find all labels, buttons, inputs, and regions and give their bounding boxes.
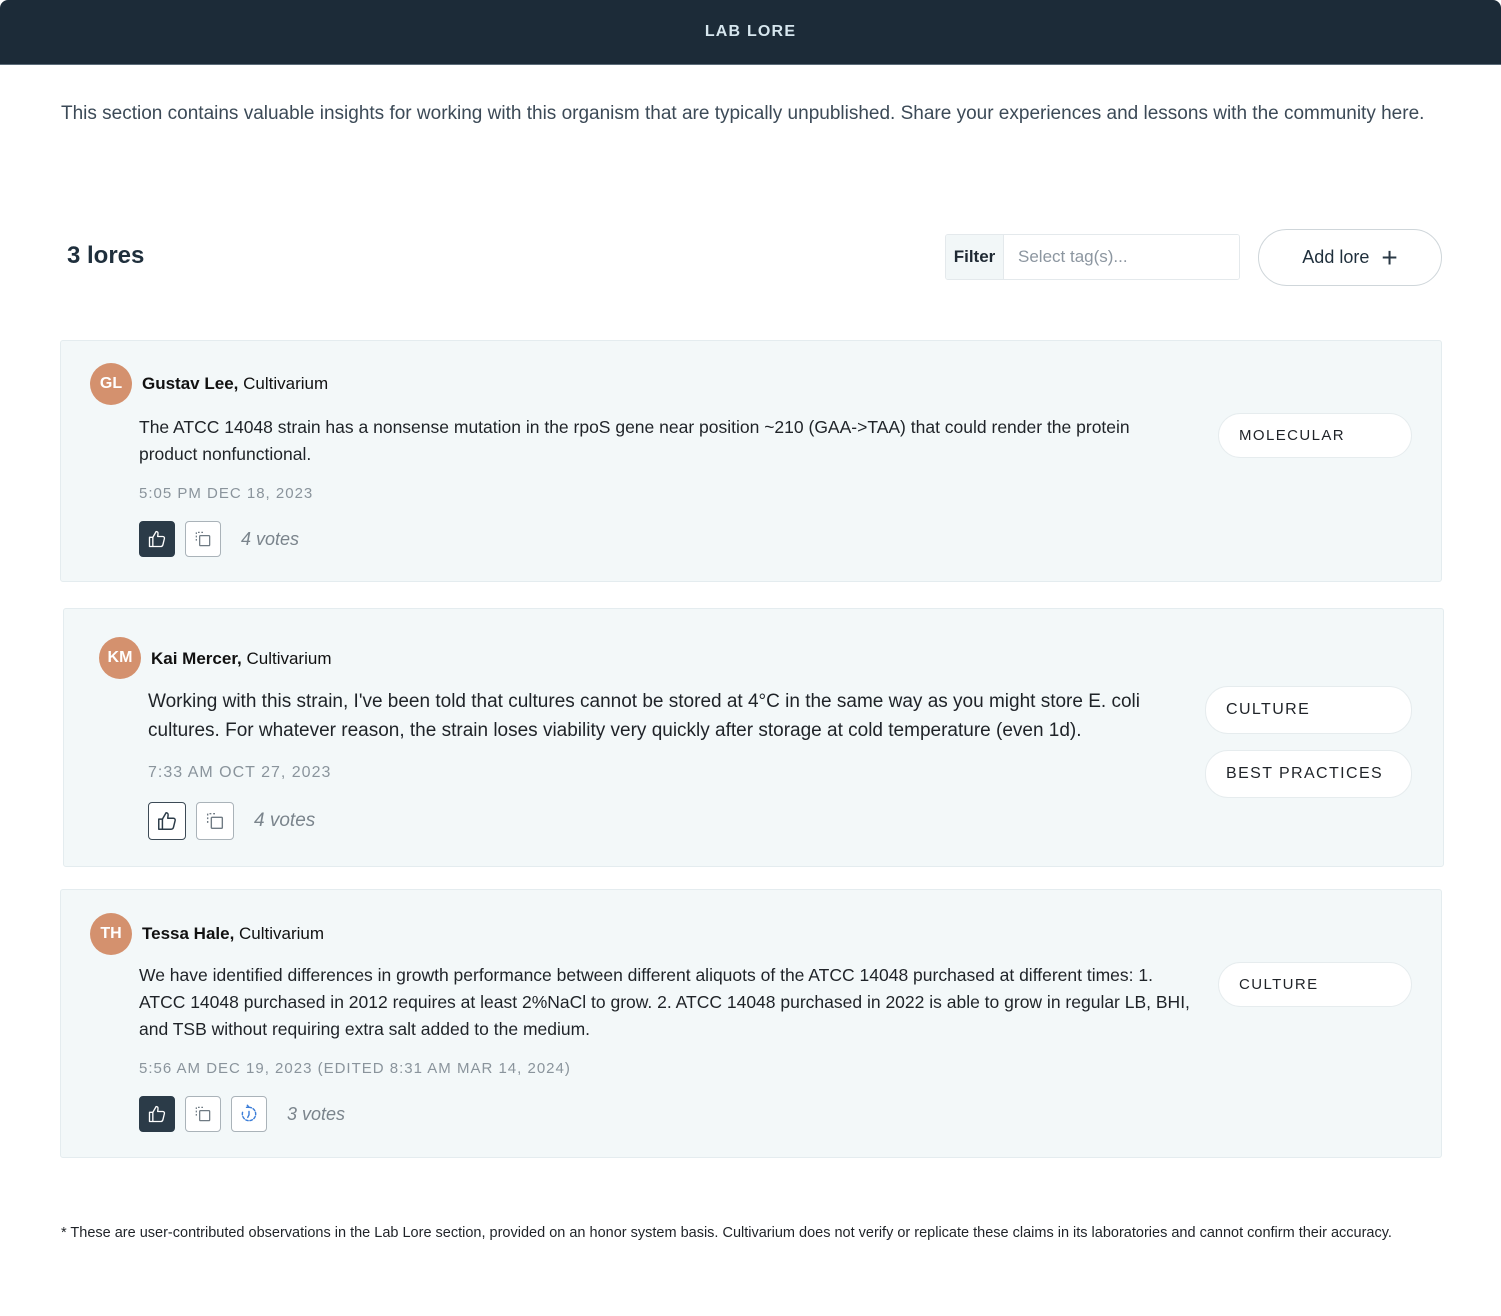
lore-card: GL Gustav Lee, Cultivarium The ATCC 1404…	[60, 340, 1442, 582]
lore-count: 3 lores	[67, 242, 145, 269]
copy-button[interactable]	[185, 521, 221, 557]
vote-count: 4 votes	[254, 810, 316, 831]
thumbs-up-icon	[148, 530, 166, 548]
author-line: Tessa Hale, Cultivarium	[142, 924, 324, 944]
tag-chip[interactable]: CULTURE	[1205, 686, 1412, 734]
add-lore-button[interactable]: Add lore +	[1258, 229, 1442, 286]
tag-chip[interactable]: MOLECULAR	[1218, 413, 1412, 458]
avatar: TH	[90, 913, 132, 955]
lore-actions: 4 votes	[139, 521, 299, 557]
filter-label: Filter	[946, 235, 1004, 279]
thumbs-up-icon	[148, 1105, 166, 1123]
copy-icon	[195, 531, 211, 547]
lore-card: KM Kai Mercer, Cultivarium Working with …	[63, 608, 1444, 867]
avatar: KM	[99, 637, 141, 679]
lab-lore-header: LAB LORE	[0, 0, 1501, 65]
thumbs-up-icon	[158, 812, 176, 830]
author-name[interactable]: Tessa Hale,	[142, 924, 234, 943]
author-line: Gustav Lee, Cultivarium	[142, 374, 328, 394]
author-org: Cultivarium	[239, 924, 325, 943]
author-line: Kai Mercer, Cultivarium	[151, 649, 332, 669]
history-icon	[241, 1104, 257, 1122]
lore-timestamp: 5:56 AM DEC 19, 2023 (EDITED 8:31 AM MAR…	[139, 1060, 571, 1077]
edit-history-button[interactable]	[231, 1096, 267, 1132]
lore-card: TH Tessa Hale, Cultivarium We have ident…	[60, 889, 1442, 1158]
vote-count: 4 votes	[241, 528, 300, 549]
tag-chip[interactable]: CULTURE	[1218, 962, 1412, 1007]
author-org: Cultivarium	[243, 374, 329, 393]
author-name[interactable]: Gustav Lee,	[142, 374, 238, 393]
upvote-button[interactable]	[148, 802, 186, 840]
upvote-button[interactable]	[139, 1096, 175, 1132]
lore-actions: 4 votes	[148, 802, 315, 840]
lore-text: The ATCC 14048 strain has a nonsense mut…	[139, 417, 1130, 464]
lore-timestamp: 7:33 AM OCT 27, 2023	[148, 764, 332, 781]
lore-actions: 3 votes	[139, 1096, 345, 1132]
header-title: LAB LORE	[704, 23, 797, 40]
copy-icon	[195, 1106, 211, 1122]
author-org: Cultivarium	[246, 649, 332, 668]
add-lore-label: Add lore	[1302, 247, 1370, 267]
intro-text: This section contains valuable insights …	[61, 103, 1425, 124]
copy-button[interactable]	[196, 802, 234, 840]
upvote-button[interactable]	[139, 521, 175, 557]
avatar: GL	[90, 363, 132, 405]
copy-button[interactable]	[185, 1096, 221, 1132]
tag-filter: Filter	[945, 234, 1240, 280]
tag-select-input[interactable]	[1004, 235, 1239, 279]
lore-timestamp: 5:05 PM DEC 18, 2023	[139, 485, 314, 502]
author-name[interactable]: Kai Mercer,	[151, 649, 242, 668]
disclaimer: * These are user-contributed observation…	[61, 1225, 1392, 1241]
tag-chip[interactable]: BEST PRACTICES	[1205, 750, 1412, 798]
plus-icon: +	[1381, 241, 1398, 273]
lore-text: We have identified differences in growth…	[139, 965, 1190, 1039]
copy-icon	[206, 812, 224, 830]
lore-text: Working with this strain, I've been told…	[148, 691, 1140, 741]
vote-count: 3 votes	[287, 1103, 346, 1124]
